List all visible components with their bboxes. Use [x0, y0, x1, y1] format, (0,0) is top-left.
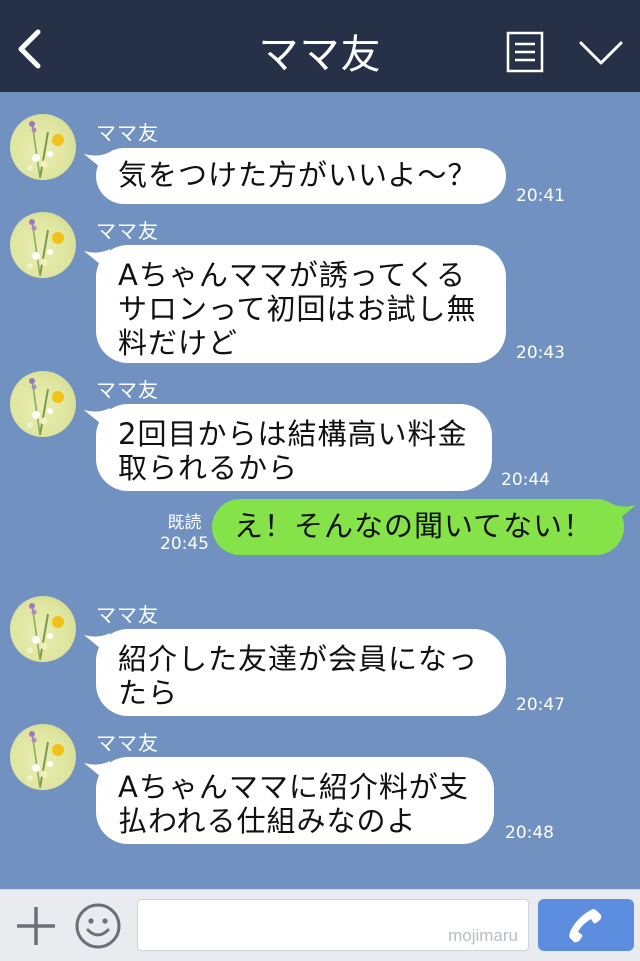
message-time: 20:41 [516, 186, 565, 206]
input-bar: mojimaru [0, 889, 640, 961]
note-icon[interactable] [506, 31, 544, 73]
avatar[interactable] [10, 596, 76, 662]
chat-title: ママ友 [258, 32, 382, 78]
chat-header: ママ友 [0, 0, 640, 92]
message-line: 紹介した友達が会員になっ [118, 642, 479, 676]
message-line: たら [118, 676, 179, 710]
my-message-bubble[interactable]: え！そんなの聞いてない！ [212, 499, 636, 555]
message-bubble[interactable]: Aちゃんママに紹介料が支 払われる仕組みなのよ [84, 757, 494, 844]
message-bubble[interactable]: 紹介した友達が会員になっ たら [84, 629, 506, 716]
bubble-tail [84, 761, 110, 781]
avatar[interactable] [10, 114, 76, 180]
message-time: 20:48 [505, 823, 554, 843]
bubble-tail [610, 503, 636, 523]
message-bubble[interactable]: 気をつけた方がいいよ〜？ [84, 148, 506, 204]
message-line: 2回目からは結構高い料金 [118, 417, 468, 451]
sender-name: ママ友 [96, 603, 159, 627]
plus-icon[interactable] [14, 904, 58, 948]
bubble-tail [84, 408, 110, 428]
watermark: mojimaru [448, 926, 518, 945]
bubble-tail [84, 249, 110, 269]
message-line: 気をつけた方がいいよ〜？ [118, 158, 478, 192]
chevron-down-icon[interactable] [578, 38, 624, 68]
chat-area[interactable]: ママ友 気をつけた方がいいよ〜？ 20:41 ママ友 Aちゃんママが誘ってくる … [0, 92, 640, 889]
message-bubble[interactable]: Aちゃんママが誘ってくる サロンって初回はお試し無 料だけど [84, 245, 506, 363]
smiley-icon[interactable] [74, 902, 122, 950]
sender-name: ママ友 [96, 121, 159, 145]
phone-icon [569, 909, 602, 943]
sender-name: ママ友 [96, 378, 159, 402]
message-line: 料だけど [118, 326, 239, 360]
message-line: 払われる仕組みなのよ [118, 804, 417, 838]
message-time: 20:44 [501, 470, 550, 490]
message-time: 20:45 [160, 534, 209, 554]
message-input[interactable]: mojimaru [137, 899, 529, 951]
sender-name: ママ友 [96, 731, 159, 755]
avatar[interactable] [10, 371, 76, 437]
flower-icon [27, 121, 64, 179]
call-button[interactable] [538, 899, 634, 951]
flower-icon [27, 378, 64, 436]
message-time: 20:47 [516, 695, 565, 715]
bubble-tail [84, 633, 110, 653]
avatar[interactable] [10, 724, 76, 790]
read-receipt: 既読 20:45 [160, 513, 209, 555]
message-line: え！そんなの聞いてない！ [234, 509, 594, 543]
flower-icon [27, 219, 64, 277]
flower-icon [27, 731, 64, 789]
avatar[interactable] [10, 212, 76, 278]
message-line: サロンって初回はお試し無 [118, 292, 477, 326]
message-time: 20:43 [516, 343, 565, 363]
message-line: 取られるから [118, 451, 299, 485]
sender-name: ママ友 [96, 219, 159, 243]
message-line: Aちゃんママが誘ってくる [118, 258, 466, 292]
read-label: 既読 [167, 513, 202, 533]
message-bubble[interactable]: 2回目からは結構高い料金 取られるから [84, 404, 492, 491]
bubble-tail [84, 152, 110, 172]
flower-icon [27, 603, 64, 661]
message-line: Aちゃんママに紹介料が支 [118, 770, 469, 804]
